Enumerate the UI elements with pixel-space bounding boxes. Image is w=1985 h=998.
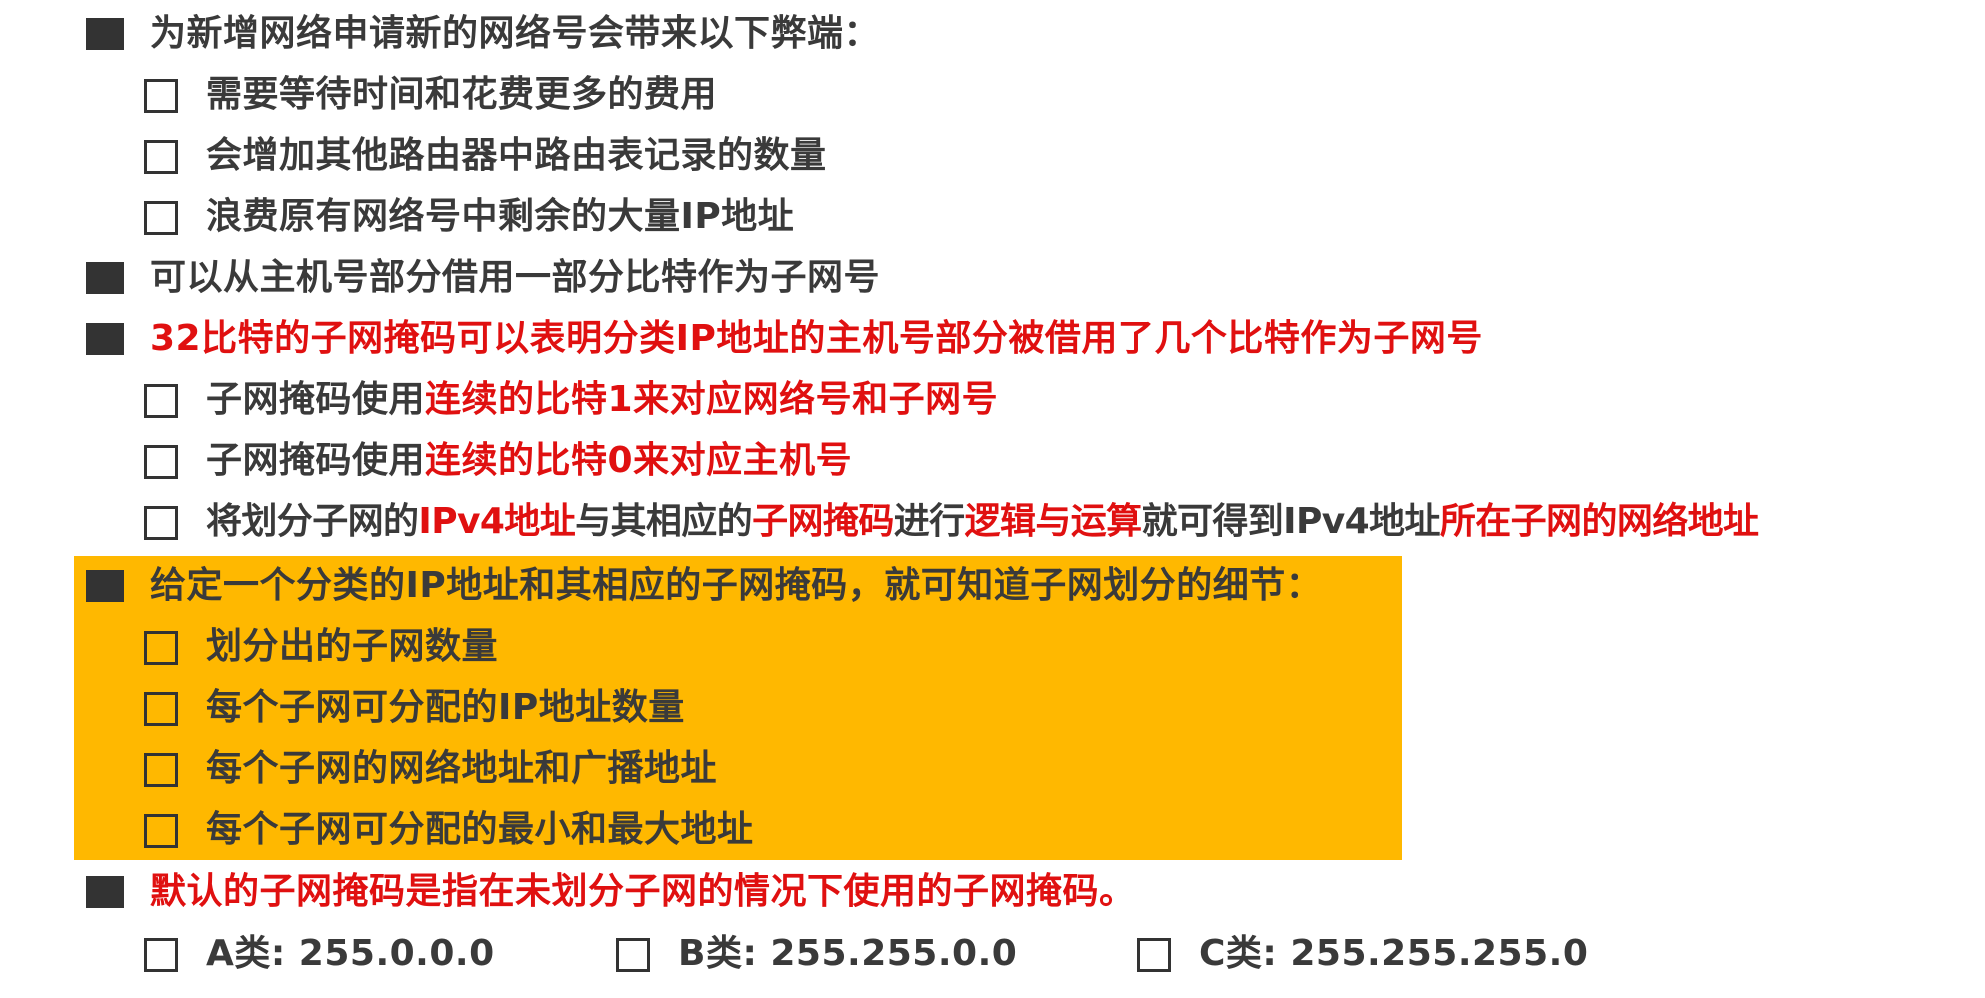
square-bullet-icon <box>86 18 124 50</box>
checkbox-bullet-icon <box>144 814 178 848</box>
class-a-text: A类: 255.0.0.0 <box>206 933 495 974</box>
sub-item-text: 每个子网可分配的IP地址数量 <box>206 687 685 728</box>
sub-item-text: 每个子网的网络地址和广播地址 <box>206 748 718 789</box>
checkbox-bullet-icon <box>144 201 178 235</box>
square-bullet-icon <box>86 570 124 602</box>
text-segment: 与其相应的 <box>575 501 753 542</box>
sub-item-text: 子网掩码使用连续的比特1来对应网络号和子网号 <box>206 372 998 428</box>
sub-item-text: 划分出的子网数量 <box>206 626 499 667</box>
text-segment: 就可得到IPv4地址 <box>1141 501 1441 542</box>
checkbox-bullet-icon <box>144 79 178 113</box>
checkbox-bullet-icon <box>144 506 178 540</box>
slide: 为新增网络申请新的网络号会带来以下弊端： 需要等待时间和花费更多的费用 会增加其… <box>0 0 1985 998</box>
checkbox-bullet-icon <box>144 753 178 787</box>
sub-item-text: 浪费原有网络号中剩余的大量IP地址 <box>206 196 795 237</box>
square-bullet-icon <box>86 876 124 908</box>
checkbox-bullet-icon <box>144 445 178 479</box>
text-segment: 进行 <box>893 501 965 542</box>
sub-item-text: 子网掩码使用连续的比特0来对应主机号 <box>206 433 852 489</box>
text-segment: 子网掩码使用 <box>206 440 426 481</box>
checkbox-bullet-icon <box>144 140 178 174</box>
text-segment: 子网掩码使用 <box>206 379 426 420</box>
sub-item-text: 需要等待时间和花费更多的费用 <box>206 74 718 115</box>
text-segment-highlight: 逻辑与运算 <box>964 501 1143 542</box>
text-segment-highlight: 子网掩码 <box>752 501 894 542</box>
bullet-text: 默认的子网掩码是指在未划分子网的情况下使用的子网掩码。 <box>150 871 1136 912</box>
default-mask-classes: A类: 255.0.0.0 B类: 255.255.0.0 C类: 255.25… <box>0 926 1985 982</box>
text-segment: 将划分子网的 <box>206 501 419 542</box>
text-segment-highlight: 连续的比特1来对应网络号和子网号 <box>425 379 999 420</box>
text-segment-highlight: 所在子网的网络地址 <box>1439 501 1759 542</box>
checkbox-bullet-icon <box>144 692 178 726</box>
bullet-text: 给定一个分类的IP地址和其相应的子网掩码，就可知道子网划分的细节： <box>150 565 1323 606</box>
sub-item-text: 每个子网可分配的最小和最大地址 <box>206 809 754 850</box>
square-bullet-icon <box>86 262 124 294</box>
bullet-text: 32比特的子网掩码可以表明分类IP地址的主机号部分被借用了几个比特作为子网号 <box>150 318 1483 359</box>
checkbox-bullet-icon <box>144 384 178 418</box>
bullet-text: 为新增网络申请新的网络号会带来以下弊端： <box>150 13 881 54</box>
checkbox-bullet-icon <box>144 631 178 665</box>
sub-item-text: 将划分子网的IPv4地址与其相应的子网掩码进行逻辑与运算就可得到IPv4地址所在… <box>206 494 1759 550</box>
bullet-text: 可以从主机号部分借用一部分比特作为子网号 <box>150 257 881 298</box>
class-b-text: B类: 255.255.0.0 <box>678 933 1018 974</box>
sub-item-text: 会增加其他路由器中路由表记录的数量 <box>206 135 827 176</box>
text-segment-highlight: IPv4地址 <box>418 501 576 542</box>
square-bullet-icon <box>86 323 124 355</box>
text-segment-highlight: 连续的比特0来对应主机号 <box>425 440 853 481</box>
checkbox-bullet-icon <box>144 938 178 972</box>
checkbox-bullet-icon <box>616 938 650 972</box>
class-c-text: C类: 255.255.255.0 <box>1199 933 1589 974</box>
checkbox-bullet-icon <box>1137 938 1171 972</box>
